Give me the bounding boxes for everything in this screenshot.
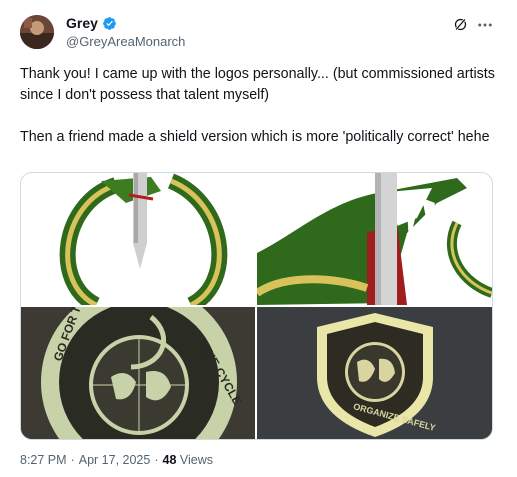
author-name-row[interactable]: Grey [66, 15, 117, 31]
media-grid: GO FOR TH THE CYCLE ORGANIZE SAFELY [20, 172, 493, 440]
tweet-paragraph-2: Then a friend made a shield version whic… [20, 129, 490, 145]
tweet-date[interactable]: Apr 17, 2025 [79, 453, 151, 467]
more-icon[interactable] [476, 16, 494, 34]
grok-icon[interactable] [453, 17, 468, 32]
author-handle[interactable]: @GreyAreaMonarch [66, 34, 185, 49]
media-image-snake-closeup[interactable] [257, 173, 492, 305]
views-label: Views [179, 453, 214, 467]
meta-separator: · [70, 453, 75, 467]
verified-badge-icon [103, 16, 116, 30]
views-count: 48 [162, 453, 177, 467]
display-name[interactable]: Grey [66, 15, 98, 31]
media-image-shield-patch[interactable]: ORGANIZE SAFELY [257, 307, 492, 439]
media-image-circle-patch[interactable]: GO FOR TH THE CYCLE [21, 307, 255, 439]
tweet-time[interactable]: 8:27 PM [20, 453, 67, 467]
meta-separator: · [154, 453, 159, 467]
avatar[interactable] [20, 15, 54, 49]
tweet-text: Thank you! I came up with the logos pers… [20, 64, 496, 148]
tweet-meta: 8:27 PM · Apr 17, 2025 · 48 Views [20, 453, 213, 467]
media-image-logo-circle[interactable] [21, 173, 255, 305]
tweet-paragraph-1: Thank you! I came up with the logos pers… [20, 66, 495, 103]
